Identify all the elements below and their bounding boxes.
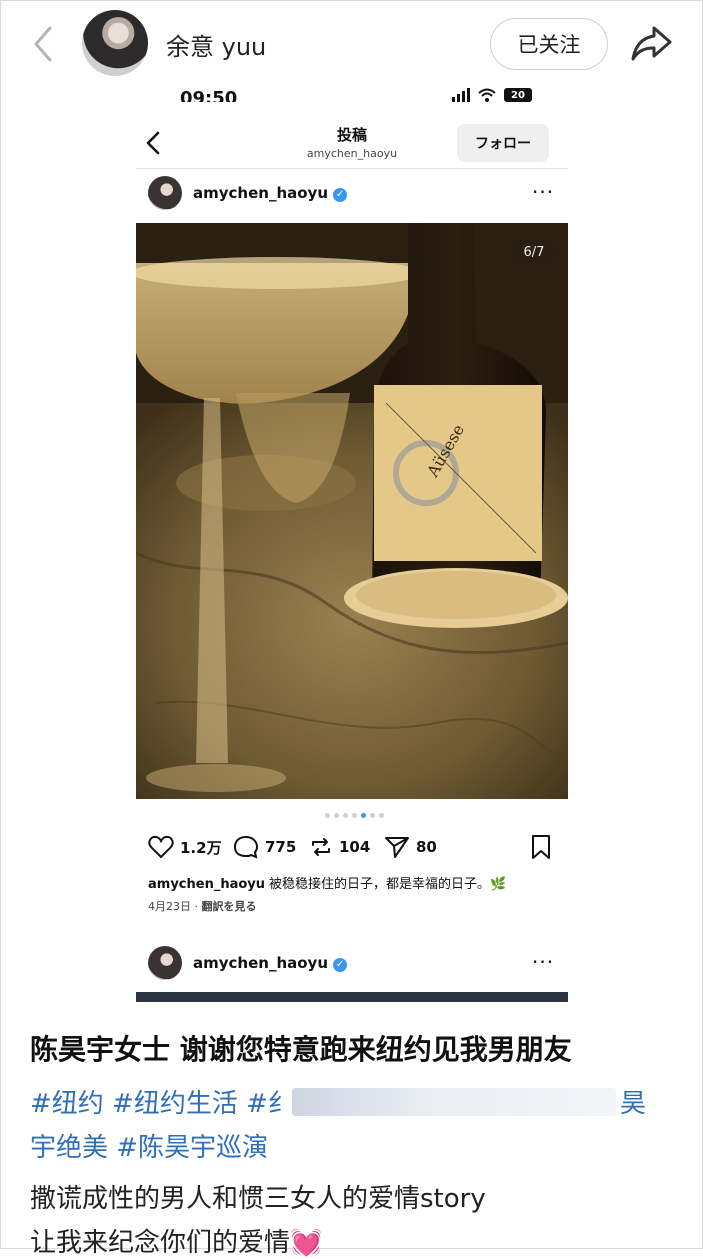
caption-username[interactable]: amychen_haoyu [148, 877, 265, 892]
author-name[interactable]: 余意 yuu [166, 27, 266, 62]
author-avatar[interactable] [82, 10, 148, 76]
send-button[interactable]: 80 [384, 832, 437, 862]
send-count: 80 [416, 838, 437, 856]
censored-region [292, 1088, 616, 1116]
carousel-dot [334, 813, 339, 818]
photo-counter: 6/7 [512, 238, 556, 266]
ig-follow-button[interactable]: フォロー [457, 124, 549, 162]
post-date: 4月23日 [148, 900, 191, 913]
carousel-dot [352, 813, 357, 818]
heart-icon [148, 835, 174, 859]
post-username[interactable]: amychen_haoyu ✓ [193, 184, 348, 202]
hashtags-line-2[interactable]: 宇绝美 #陈昊宇巡演 [30, 1126, 670, 1170]
status-time: 09:50 [180, 88, 238, 102]
post-headline: 陈昊宇女士 谢谢您特意跑来纽约见我男朋友 [30, 1033, 572, 1066]
ig-header-title: 投稿 [336, 126, 367, 144]
battery-icon: 20 [504, 88, 532, 102]
carousel-dot [343, 813, 348, 818]
next-post-avatar[interactable] [148, 946, 182, 980]
next-post-username[interactable]: amychen_haoyu ✓ [193, 954, 348, 972]
body-line-1: 撒谎成性的男人和惯三女人的爱情story [30, 1184, 486, 1214]
post-date-line: 4月23日 · 翻訳を見る [148, 900, 257, 913]
carousel-dot [379, 813, 384, 818]
carousel-dots [325, 813, 384, 818]
comment-count: 775 [265, 838, 297, 856]
repost-button[interactable]: 104 [309, 832, 370, 862]
signal-icon [452, 88, 470, 102]
send-icon [385, 837, 409, 858]
next-post-more-icon[interactable]: ··· [532, 950, 554, 974]
post-caption: amychen_haoyu 被稳稳接住的日子，都是幸福的日子。🌿 [148, 873, 506, 892]
verified-icon: ✓ [333, 958, 348, 972]
comment-button[interactable]: 775 [233, 832, 296, 862]
post-photo[interactable]: Aüsese [136, 223, 568, 799]
ig-back-icon[interactable] [140, 128, 166, 158]
body-line-2: 让我来纪念你们的爱情💓 [30, 1228, 323, 1258]
carousel-dot [361, 813, 366, 818]
next-post-photo-edge [136, 992, 568, 1002]
repost-icon [312, 838, 330, 856]
ig-header-subtitle: amychen_haoyu [306, 147, 398, 160]
wifi-icon [478, 88, 496, 102]
like-count: 1.2万 [180, 838, 222, 857]
status-icons: 20 [452, 88, 532, 102]
comment-icon [233, 835, 259, 859]
following-button[interactable]: 已关注 [490, 18, 608, 70]
hashtags-line-1-end[interactable]: 昊 [620, 1082, 646, 1126]
carousel-dot [370, 813, 375, 818]
back-arrow-icon[interactable] [28, 22, 58, 66]
caption-text: 被稳稳接住的日子，都是幸福的日子。🌿 [269, 877, 507, 892]
more-options-icon[interactable]: ··· [532, 180, 554, 204]
verified-icon: ✓ [333, 188, 348, 202]
translate-link[interactable]: 翻訳を見る [202, 900, 257, 913]
share-icon[interactable] [628, 20, 674, 66]
bookmark-icon[interactable] [530, 834, 552, 860]
like-button[interactable]: 1.2万 [148, 832, 222, 862]
carousel-dot [325, 813, 330, 818]
repost-count: 104 [339, 838, 371, 856]
header-divider [136, 168, 568, 169]
post-avatar[interactable] [148, 176, 182, 210]
